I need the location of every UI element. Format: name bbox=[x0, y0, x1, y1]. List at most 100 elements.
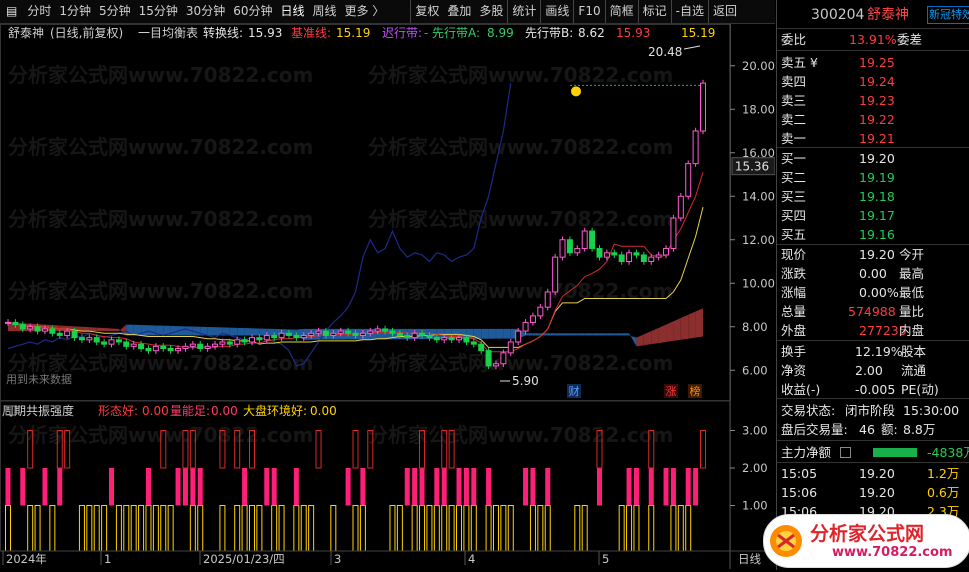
feature-badge[interactable]: 新冠特效 bbox=[927, 6, 969, 24]
toolbar-item-0[interactable]: 分时 bbox=[23, 0, 55, 23]
buy-row[interactable]: 买四 19.17 bbox=[777, 206, 969, 225]
buy-row[interactable]: 买二 19.19 bbox=[777, 168, 969, 187]
sell-row[interactable]: 卖五 ¥ 19.25 bbox=[777, 53, 969, 72]
candle-body bbox=[263, 334, 270, 341]
toolbar-item-16[interactable]: 标记 bbox=[637, 0, 671, 23]
ichimoku-cloud-segment bbox=[266, 328, 275, 336]
candle-body bbox=[648, 256, 655, 262]
stat-row[interactable]: 净资 2.00 流通 bbox=[777, 361, 969, 380]
main-flow-menu-icon[interactable] bbox=[840, 447, 851, 458]
ichimoku-cloud-segment bbox=[170, 325, 179, 336]
candle-body bbox=[692, 130, 699, 165]
candle-body bbox=[145, 348, 152, 352]
yellow-signal-bar bbox=[86, 505, 93, 552]
red-signal-bar bbox=[315, 430, 322, 469]
toolbar-item-8[interactable]: 更多 〉 bbox=[341, 0, 389, 23]
sell-label: 卖四 bbox=[781, 74, 807, 89]
ichimoku-cloud-segment bbox=[259, 328, 267, 336]
toolbar-item-12[interactable]: 统计 bbox=[507, 0, 540, 23]
toolbar-item-15[interactable]: 简框 bbox=[604, 0, 638, 23]
chart-area[interactable]: 分析家公式网www.70822.com 分析家公式网www.70822.com 分析… bbox=[0, 24, 776, 569]
candle-body bbox=[34, 326, 41, 332]
stat-row[interactable]: 现价 19.20 今开 bbox=[777, 245, 969, 264]
watermark-text: 分析家公式网www.70822.com bbox=[368, 207, 673, 231]
yellow-signal-bar bbox=[256, 505, 263, 552]
candle-body bbox=[618, 254, 625, 263]
candle-body bbox=[182, 345, 189, 350]
tick-row[interactable]: 15:05 19.20 1.2万 bbox=[777, 464, 969, 483]
stock-name: 舒泰神 bbox=[867, 7, 909, 23]
tick-volume: 0.6万 bbox=[927, 485, 960, 500]
toolbar-item-17[interactable]: -自选 bbox=[670, 0, 708, 23]
chart-stock-name: 舒泰神 bbox=[8, 26, 44, 40]
toolbar-item-13[interactable]: 画线 bbox=[540, 0, 573, 23]
main-flow-bar bbox=[873, 448, 917, 457]
toolbar-item-3[interactable]: 15分钟 bbox=[135, 0, 182, 23]
yellow-signal-bar bbox=[685, 505, 692, 552]
toolbar-item-7[interactable]: 周线 bbox=[309, 0, 341, 23]
yellow-signal-bar bbox=[278, 505, 285, 552]
tick-row[interactable]: 15:06 19.20 0.6万 bbox=[777, 483, 969, 502]
yellow-signal-bar bbox=[448, 505, 455, 552]
yellow-signal-bar bbox=[101, 505, 108, 552]
stat-row[interactable]: 外盘 277235 内盘 bbox=[777, 321, 969, 340]
candle-body bbox=[12, 321, 19, 326]
candle-body bbox=[115, 339, 122, 343]
candle-body bbox=[285, 332, 292, 336]
stat-row[interactable]: 总量 574988 量比 bbox=[777, 302, 969, 321]
ichimoku-cloud-segment bbox=[577, 333, 585, 336]
toolbar-item-1[interactable]: 1分钟 bbox=[55, 0, 95, 23]
toolbar-menu-icon[interactable]: ▤ bbox=[0, 0, 23, 23]
main-flow-value: -4838万 bbox=[927, 445, 969, 460]
candle-body bbox=[633, 252, 640, 256]
candle-body bbox=[367, 330, 374, 334]
toolbar-item-4[interactable]: 30分钟 bbox=[182, 0, 229, 23]
toolbar-item-2[interactable]: 5分钟 bbox=[95, 0, 135, 23]
yellow-signal-bar bbox=[167, 505, 174, 552]
kline-chart[interactable]: 分析家公式网www.70822.com 分析家公式网www.70822.com 分析… bbox=[0, 24, 776, 569]
toolbar-item-5[interactable]: 60分钟 bbox=[229, 0, 276, 23]
ichimoku-cloud-segment bbox=[296, 328, 304, 340]
stat-row[interactable]: 换手 12.19% 股本 bbox=[777, 342, 969, 361]
pink-signal-bar bbox=[463, 468, 469, 506]
quote-panel: 300204 舒泰神 新冠特效 委比 13.91% 委差 卖五 ¥ 19.25 卖四… bbox=[776, 0, 969, 570]
sub-axis-label: 2.00 bbox=[742, 461, 768, 475]
stat-row[interactable]: 涨幅 0.00% 最低 bbox=[777, 283, 969, 302]
candle-body bbox=[655, 254, 662, 258]
toolbar-item-14[interactable]: F10 bbox=[573, 0, 604, 23]
stat-row[interactable]: 涨跌 0.00 最高 bbox=[777, 264, 969, 283]
market-label: 大盘环境好: bbox=[243, 403, 307, 418]
buy-row[interactable]: 买三 19.18 bbox=[777, 187, 969, 206]
toolbar-item-9[interactable]: 复权 bbox=[410, 0, 443, 23]
stat-label-2: 最高 bbox=[899, 266, 925, 281]
stat-label: 涨跌 bbox=[781, 266, 807, 281]
yellow-signal-bar bbox=[359, 505, 366, 552]
yellow-signal-bar bbox=[463, 505, 470, 552]
buy-row[interactable]: 买一 19.20 bbox=[777, 149, 969, 168]
sub-indicator-name: 周期共振强度 bbox=[2, 403, 74, 418]
sell-row[interactable]: 卖四 19.24 bbox=[777, 72, 969, 91]
sell-row[interactable]: 卖二 19.22 bbox=[777, 110, 969, 129]
ichimoku-cloud-segment bbox=[673, 318, 681, 341]
toolbar-item-10[interactable]: 叠加 bbox=[443, 0, 475, 23]
date-label: 2025/01/23/四 bbox=[203, 552, 285, 566]
ichimoku-cloud-segment bbox=[599, 333, 607, 336]
stat-row[interactable]: 收益(-) -0.005 PE(动) bbox=[777, 380, 969, 399]
ichimoku-cloud-segment bbox=[525, 333, 533, 336]
candle-body bbox=[226, 341, 233, 345]
buy-row[interactable]: 买五 19.16 bbox=[777, 225, 969, 244]
toolbar-item-18[interactable]: 返回 bbox=[707, 0, 741, 23]
pink-signal-bar bbox=[486, 468, 492, 506]
toolbar-item-11[interactable]: 多股 bbox=[475, 0, 507, 23]
price-axis-label: 6.00 bbox=[742, 363, 768, 377]
sell-row[interactable]: 卖一 19.21 bbox=[777, 129, 969, 148]
yellow-signal-bar bbox=[618, 505, 625, 552]
yellow-signal-bar bbox=[219, 505, 226, 552]
price-axis-label: 10.00 bbox=[742, 276, 775, 290]
yellow-signal-bar bbox=[197, 505, 204, 552]
pink-signal-bar bbox=[242, 468, 248, 506]
toolbar-item-6[interactable]: 日线 bbox=[276, 0, 308, 23]
candle-body bbox=[93, 337, 100, 343]
base-value: 15.19 bbox=[336, 26, 370, 40]
sell-row[interactable]: 卖三 19.23 bbox=[777, 91, 969, 110]
